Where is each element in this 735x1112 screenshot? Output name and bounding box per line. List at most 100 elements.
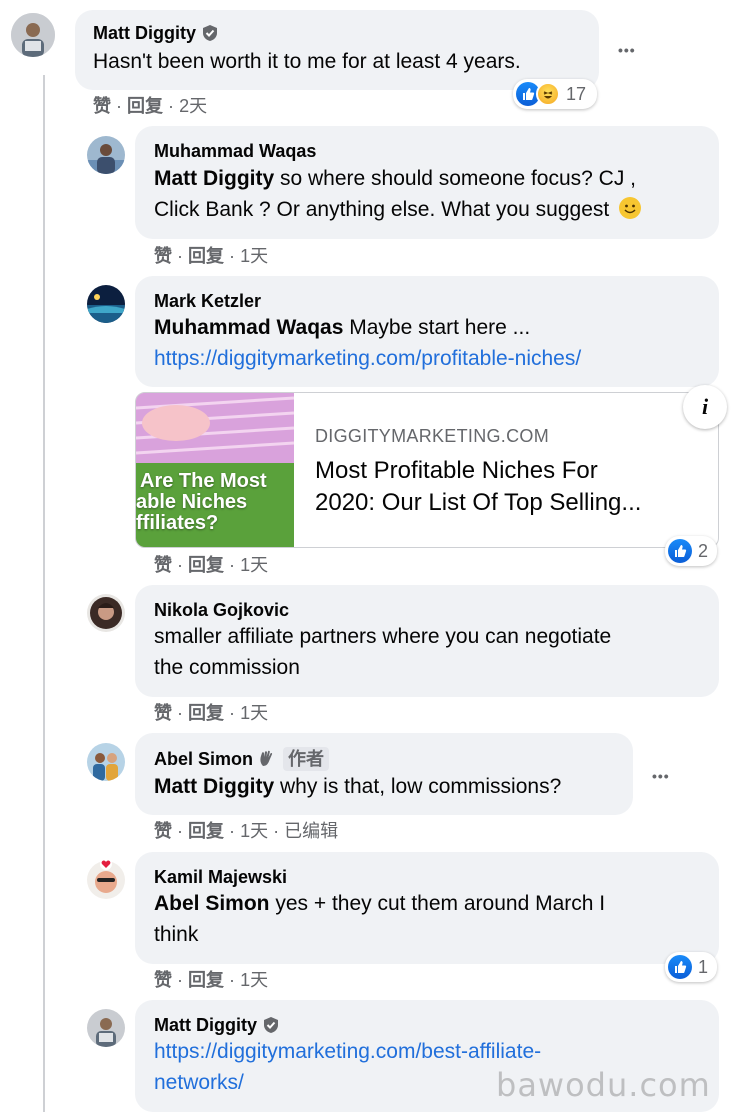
comment-text-part: yes + they cut them around March I <box>269 892 606 915</box>
haha-reaction-icon <box>536 82 560 106</box>
reaction-summary[interactable]: 2 <box>665 536 717 566</box>
like-link[interactable]: 赞 <box>154 970 172 990</box>
avatar-nikola-gojkovic[interactable] <box>87 594 125 632</box>
comment-text: Abel Simon yes + they cut them around Ma… <box>154 888 700 919</box>
reply-link[interactable]: 回复 <box>127 96 163 116</box>
timestamp[interactable]: 1天 <box>240 970 268 990</box>
comment-author[interactable]: Mark Ketzler <box>154 290 700 312</box>
comment-author[interactable]: Matt Diggity <box>93 22 196 44</box>
link-preview-domain: DIGGITYMARKETING.COM <box>315 426 550 446</box>
like-reaction-icon <box>668 955 692 979</box>
comment-author[interactable]: Kamil Majewski <box>154 866 700 888</box>
more-options-icon[interactable]: ••• <box>652 766 670 786</box>
avatar-matt-diggity[interactable] <box>87 1009 125 1047</box>
timestamp[interactable]: 1天 <box>240 555 268 575</box>
timestamp[interactable]: 1天 <box>240 246 268 266</box>
comment-text-part: Maybe start here ... <box>343 316 531 339</box>
separator: · <box>229 970 236 990</box>
thumbnail-caption-line: able Niches <box>136 491 248 513</box>
thumbnail-caption: Are The Most able Niches ffiliates? <box>136 470 294 534</box>
reaction-count: 1 <box>698 956 709 977</box>
link-preview-thumbnail: Are The Most able Niches ffiliates? <box>136 393 294 547</box>
comment-bubble: Kamil Majewski Abel Simon yes + they cut… <box>135 852 719 964</box>
comment-actions: 赞 · 回复 · 1天 <box>154 969 268 991</box>
reply-link[interactable]: 回复 <box>188 703 224 723</box>
like-link[interactable]: 赞 <box>154 703 172 723</box>
author-badge: 作者 <box>283 747 330 771</box>
smile-emoji-icon <box>619 197 642 219</box>
thumbnail-caption-line: ffiliates? <box>136 512 219 534</box>
comment-bubble: Matt Diggity Hasn't been worth it to me … <box>75 10 599 90</box>
link-preview-title[interactable]: Most Profitable Niches For 2020: Our Lis… <box>315 455 641 519</box>
link-preview-card[interactable]: Are The Most able Niches ffiliates? DIGG… <box>135 392 719 548</box>
reply-link[interactable]: 回复 <box>188 970 224 990</box>
avatar-muhammad-waqas[interactable] <box>87 136 125 174</box>
reaction-summary[interactable]: 1 <box>665 952 717 982</box>
separator: · <box>229 246 236 266</box>
link-preview-title-line: 2020: Our List Of Top Selling... <box>315 489 642 516</box>
reaction-count: 17 <box>566 83 587 104</box>
comment-author[interactable]: Abel Simon <box>154 748 253 770</box>
keyboard-image-icon <box>136 393 294 463</box>
separator: · <box>229 821 236 841</box>
separator: · <box>229 703 236 723</box>
couple-photo-icon <box>87 743 125 781</box>
separator: · <box>168 96 175 116</box>
landscape-photo-icon <box>87 285 125 323</box>
person-photo-icon <box>11 13 55 57</box>
mention-link[interactable]: Matt Diggity <box>154 167 274 190</box>
like-link[interactable]: 赞 <box>93 96 111 116</box>
comment-text: Hasn't been worth it to me for at least … <box>93 50 521 73</box>
separator: · <box>177 555 184 575</box>
waving-hand-icon <box>260 750 273 766</box>
timestamp[interactable]: 1天 <box>240 821 268 841</box>
comment-actions: 赞 · 回复 · 1天 <box>154 702 268 724</box>
comment-text: Muhammad Waqas Maybe start here ... <box>154 312 700 343</box>
reply-link[interactable]: 回复 <box>188 555 224 575</box>
comment-bubble: Muhammad Waqas Matt Diggity so where sho… <box>135 126 719 239</box>
comment-text: the commission <box>154 656 300 679</box>
comment-actions: 赞 · 回复 · 2天 <box>93 95 207 117</box>
info-button[interactable]: i <box>683 385 727 429</box>
separator: · <box>177 970 184 990</box>
reply-link[interactable]: 回复 <box>188 246 224 266</box>
separator: · <box>229 555 236 575</box>
comment-link-line: https://diggitymarketing.com/best-affili… <box>154 1040 542 1063</box>
separator: · <box>177 703 184 723</box>
like-link[interactable]: 赞 <box>154 821 172 841</box>
mention-link[interactable]: Matt Diggity <box>154 775 274 798</box>
mention-link[interactable]: Muhammad Waqas <box>154 316 343 339</box>
comment-text-part: why is that, low commissions? <box>274 775 562 798</box>
avatar-matt-diggity[interactable] <box>11 13 55 57</box>
reply-link[interactable]: 回复 <box>188 821 224 841</box>
comment-actions: 赞 · 回复 · 1天 · 已编辑 <box>154 820 338 842</box>
comment-link[interactable]: https://diggitymarketing.com/profitable-… <box>154 343 700 374</box>
timestamp[interactable]: 2天 <box>179 96 207 116</box>
like-reaction-icon <box>668 539 692 563</box>
verified-badge-icon <box>264 1017 278 1033</box>
like-link[interactable]: 赞 <box>154 555 172 575</box>
like-link[interactable]: 赞 <box>154 246 172 266</box>
comment-text: think <box>154 923 199 946</box>
mention-link[interactable]: Abel Simon <box>154 892 270 915</box>
thread-line <box>43 75 45 1112</box>
person-photo-icon <box>87 1009 125 1047</box>
reaction-summary[interactable]: 17 <box>513 79 597 109</box>
thumbnail-caption-line: Are The Most <box>140 470 267 492</box>
person-photo-icon <box>87 594 125 632</box>
separator: · <box>177 246 184 266</box>
comment-author[interactable]: Nikola Gojkovic <box>154 599 700 621</box>
separator: · <box>273 821 280 841</box>
avatar-mark-ketzler[interactable] <box>87 285 125 323</box>
comment-author[interactable]: Muhammad Waqas <box>154 140 700 162</box>
verified-badge-icon <box>203 25 217 41</box>
avatar-abel-simon[interactable] <box>87 743 125 781</box>
comment-text: Matt Diggity so where should someone foc… <box>154 163 700 194</box>
heart-badge-icon <box>100 858 112 870</box>
comment-text: Click Bank ? Or anything else. What you … <box>154 194 700 225</box>
comment-actions: 赞 · 回复 · 1天 <box>154 245 268 267</box>
comment-text-part: Click Bank ? Or anything else. What you … <box>154 198 610 221</box>
comment-author[interactable]: Matt Diggity <box>154 1014 257 1036</box>
more-options-icon[interactable]: ••• <box>618 40 636 60</box>
timestamp[interactable]: 1天 <box>240 703 268 723</box>
